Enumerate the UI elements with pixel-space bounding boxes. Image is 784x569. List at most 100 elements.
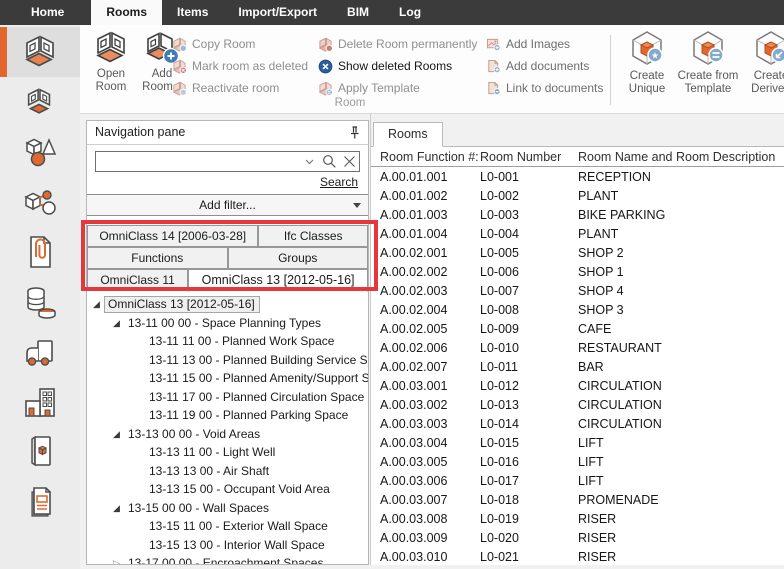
add-images-button[interactable]: Add Images [486, 33, 603, 55]
sidebar-item-logistics[interactable] [0, 327, 80, 377]
room-name-cell: RECEPTION [578, 170, 784, 184]
add-filter-dropdown[interactable]: Add filter... [87, 194, 368, 216]
room-function-cell: A.00.02.005 [380, 322, 480, 336]
room-number-cell: L0-005 [480, 246, 578, 260]
table-row[interactable]: A.00.02.003 L0-007 SHOP 4 [371, 281, 784, 300]
tree-item[interactable]: 13-11 00 00 - Space Planning Types [87, 314, 368, 333]
table-row[interactable]: A.00.03.005 L0-016 LIFT [371, 452, 784, 471]
reactivate-room-button[interactable]: Reactivate room [172, 77, 308, 99]
sidebar-item-item-links[interactable] [0, 177, 80, 227]
create-from-template-button[interactable]: Create from Template [676, 30, 740, 110]
sidebar-item-database[interactable] [0, 277, 80, 327]
tree-item[interactable]: 13-13 00 00 - Void Areas [87, 425, 368, 444]
table-row[interactable]: A.00.03.002 L0-013 CIRCULATION [371, 395, 784, 414]
menu-item[interactable]: Items [162, 0, 223, 25]
pin-icon[interactable] [349, 126, 360, 140]
room-name-cell: SHOP 3 [578, 303, 784, 317]
tree-item[interactable]: 13-11 11 00 - Planned Work Space [87, 332, 368, 351]
classification-tab[interactable]: Groups [228, 247, 369, 269]
menu-item[interactable]: Import/Export [223, 0, 332, 25]
tree-expander-icon[interactable] [113, 503, 128, 513]
search-link[interactable]: Search [320, 175, 358, 189]
room-function-cell: A.00.03.002 [380, 398, 480, 412]
clear-search-icon[interactable] [339, 152, 359, 171]
search-input[interactable] [96, 153, 299, 170]
sidebar-item-reports[interactable] [0, 477, 80, 527]
create-derived-button[interactable]: Create Derived [742, 30, 784, 110]
room-function-cell: A.00.03.010 [380, 550, 480, 564]
table-row[interactable]: A.00.01.004 L0-004 PLANT [371, 224, 784, 243]
table-row[interactable]: A.00.03.006 L0-017 LIFT [371, 471, 784, 490]
top-menu-bar: Home Rooms Items Import/Export BIM Log [0, 0, 784, 25]
room-number-cell: L0-016 [480, 455, 578, 469]
search-icon[interactable] [319, 152, 339, 171]
tree-item[interactable]: 13-15 00 00 - Wall Spaces [87, 499, 368, 518]
tree-item[interactable]: 13-11 17 00 - Planned Circulation Space [87, 388, 368, 407]
table-row[interactable]: A.00.01.003 L0-003 BIKE PARKING [371, 205, 784, 224]
column-header-room-name[interactable]: Room Name and Room Description [578, 150, 784, 164]
sidebar-item-items[interactable] [0, 127, 80, 177]
table-row[interactable]: A.00.01.001 L0-001 RECEPTION [371, 167, 784, 186]
room-actions-group: Copy Room Mark room as deleted Reactivat… [172, 33, 308, 99]
menu-item[interactable]: Home [16, 0, 79, 25]
table-row[interactable]: A.00.03.001 L0-012 CIRCULATION [371, 376, 784, 395]
classification-tab[interactable]: OmniClass 14 [2006-03-28] [87, 225, 258, 247]
items-icon [22, 135, 58, 169]
table-row[interactable]: A.00.02.006 L0-010 RESTAURANT [371, 338, 784, 357]
column-header-room-function[interactable]: Room Function #: [380, 150, 480, 164]
menu-item[interactable]: Log [384, 0, 436, 25]
tree-item[interactable]: 13-11 13 00 - Planned Building Service S… [87, 351, 368, 370]
classification-tab[interactable]: OmniClass 11 [87, 269, 188, 291]
classification-tab[interactable]: OmniClass 13 [2012-05-16] [188, 269, 368, 292]
tree-expander-icon[interactable] [113, 318, 128, 328]
copy-room-button[interactable]: Copy Room [172, 33, 308, 55]
tree-expander-icon[interactable] [113, 429, 128, 439]
delete-room-permanently-button[interactable]: Delete Room permanently [318, 33, 477, 55]
tree-item[interactable]: 13-13 15 00 - Occupant Void Area [87, 480, 368, 499]
room-name-cell: CAFE [578, 322, 784, 336]
search-options-chevron-icon[interactable] [299, 152, 319, 171]
tree-item[interactable]: 13-15 13 00 - Interior Wall Space [87, 536, 368, 555]
room-name-cell: BIKE PARKING [578, 208, 784, 222]
table-row[interactable]: A.00.01.002 L0-002 PLANT [371, 186, 784, 205]
apply-template-button[interactable]: Apply Template [318, 77, 477, 99]
sidebar-item-buildings[interactable] [0, 377, 80, 427]
classification-tab[interactable]: Ifc Classes [258, 225, 368, 247]
tree-item[interactable]: 13-15 11 00 - Exterior Wall Space [87, 517, 368, 536]
add-documents-button[interactable]: Add documents [486, 55, 603, 77]
mark-room-deleted-button[interactable]: Mark room as deleted [172, 55, 308, 77]
open-room-button[interactable]: Open Room [86, 30, 136, 110]
table-row[interactable]: A.00.03.004 L0-015 LIFT [371, 433, 784, 452]
sidebar-item-rooms[interactable] [0, 27, 80, 77]
table-row[interactable]: A.00.02.002 L0-006 SHOP 1 [371, 262, 784, 281]
table-row[interactable]: A.00.03.008 L0-019 RISER [371, 509, 784, 528]
link-to-documents-button[interactable]: Link to documents [486, 77, 603, 99]
tree-expander-icon[interactable] [113, 558, 128, 565]
rooms-tab[interactable]: Rooms [373, 122, 443, 147]
classification-tab[interactable]: Functions [87, 247, 228, 269]
table-row[interactable]: A.00.02.007 L0-011 BAR [371, 357, 784, 376]
table-row[interactable]: A.00.03.003 L0-014 CIRCULATION [371, 414, 784, 433]
table-row[interactable]: A.00.02.001 L0-005 SHOP 2 [371, 243, 784, 262]
table-row[interactable]: A.00.03.009 L0-020 RISER [371, 528, 784, 547]
table-row[interactable]: A.00.02.004 L0-008 SHOP 3 [371, 300, 784, 319]
menu-item[interactable]: BIM [332, 0, 384, 25]
tree-item[interactable]: 13-11 19 00 - Planned Parking Space [87, 406, 368, 425]
column-header-room-number[interactable]: Room Number [480, 150, 578, 164]
table-row[interactable]: A.00.03.007 L0-018 PROMENADE [371, 490, 784, 509]
create-unique-button[interactable]: ★ Create Unique [621, 30, 673, 110]
room-function-cell: A.00.02.003 [380, 284, 480, 298]
tree-item[interactable]: 13-13 11 00 - Light Well [87, 443, 368, 462]
table-row[interactable]: A.00.03.010 L0-021 RISER [371, 547, 784, 565]
tree-item[interactable]: OmniClass 13 [2012-05-16] [87, 295, 368, 314]
menu-item[interactable]: Rooms [91, 0, 162, 25]
show-deleted-rooms-toggle[interactable]: Show deleted Rooms [318, 55, 477, 77]
tree-item[interactable]: 13-13 13 00 - Air Shaft [87, 462, 368, 481]
sidebar-item-catalog[interactable] [0, 427, 80, 477]
sidebar-item-room-data[interactable] [0, 77, 80, 127]
tree-item[interactable]: 13-11 15 00 - Planned Amenity/Support S [87, 369, 368, 388]
table-row[interactable]: A.00.02.005 L0-009 CAFE [371, 319, 784, 338]
sidebar-item-attachments[interactable] [0, 227, 80, 277]
create-from-template-icon [689, 30, 727, 68]
tree-item[interactable]: 13-17 00 00 - Encroachment Spaces [87, 554, 368, 565]
